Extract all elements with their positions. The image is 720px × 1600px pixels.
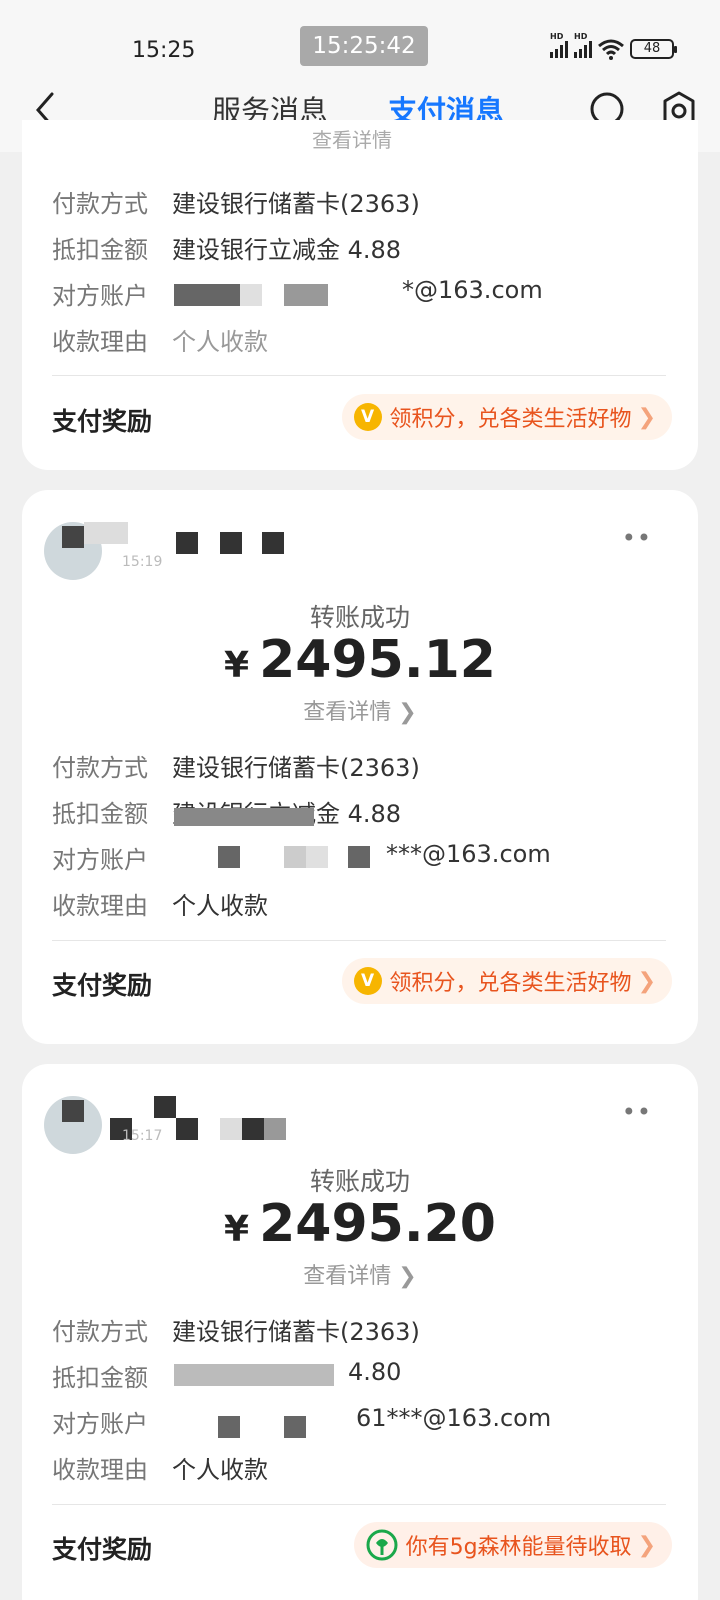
- redacted-block: [284, 1416, 306, 1438]
- divider: [52, 940, 666, 941]
- redacted-block: [220, 532, 242, 554]
- counterparty-value: 61***@163.com: [356, 1404, 552, 1432]
- divider: [52, 1504, 666, 1505]
- redacted-block: [174, 808, 314, 826]
- redacted-block: [218, 846, 240, 868]
- transfer-amount: ¥2495.12: [224, 630, 496, 690]
- deduction-value: 4.80: [348, 1358, 402, 1386]
- reward-label: 支付奖励: [52, 1535, 153, 1564]
- counterparty-value: ***@163.com: [386, 840, 551, 868]
- reward-label: 支付奖励: [52, 407, 153, 436]
- redacted-block: [176, 532, 198, 554]
- forest-energy-icon: [366, 1529, 398, 1561]
- reward-pill[interactable]: V 领积分，兑各类生活好物 ❯: [341, 958, 672, 1004]
- counterparty-label: 对方账户: [52, 282, 148, 310]
- reward-pill[interactable]: 你有5g森林能量待收取 ❯: [353, 1522, 672, 1568]
- reward-text: 领积分，兑各类生活好物: [389, 407, 632, 432]
- counterparty-value: *@163.com: [402, 276, 543, 304]
- transfer-status: 转账成功: [309, 1167, 410, 1196]
- redacted-block: [220, 1118, 242, 1140]
- deduction-label: 抵扣金额: [52, 236, 148, 264]
- sender-header: 15:17: [44, 1096, 344, 1154]
- view-detail-link[interactable]: 查看详情 ❯: [22, 1258, 698, 1290]
- reason-value: 个人收款: [172, 1456, 268, 1484]
- redacted-block: [218, 1416, 240, 1438]
- coin-icon: V: [353, 967, 382, 995]
- redacted-block: [242, 1118, 264, 1140]
- reward-pill[interactable]: V 领积分，兑各类生活好物 ❯: [341, 394, 672, 440]
- redacted-block: [154, 1096, 176, 1118]
- clock-overlay: 15:25:42: [300, 26, 428, 66]
- signal-icon: HD: [550, 32, 568, 58]
- redacted-block: [106, 522, 128, 544]
- reward-text: 领积分，兑各类生活好物: [389, 971, 632, 996]
- redacted-block: [348, 846, 370, 868]
- message-time: 15:19: [122, 554, 163, 570]
- redacted-block: [264, 1118, 286, 1140]
- more-icon[interactable]: ••: [622, 524, 652, 552]
- chevron-right-icon: ❯: [637, 1532, 656, 1558]
- reason-value: 个人收款: [172, 328, 268, 356]
- redacted-block: [174, 284, 240, 306]
- reward-text: 你有5g森林能量待收取: [405, 1535, 632, 1560]
- counterparty-label: 对方账户: [52, 1410, 148, 1438]
- redacted-block: [176, 1118, 198, 1140]
- redacted-block: [174, 1364, 334, 1386]
- chevron-right-icon: ❯: [637, 404, 656, 430]
- chevron-right-icon: ❯: [637, 968, 656, 994]
- redacted-block: [306, 846, 328, 868]
- transfer-card: 查看详情 付款方式 建设银行储蓄卡(2363) 抵扣金额 建设银行立减金 4.8…: [22, 120, 698, 470]
- counterparty-label: 对方账户: [52, 846, 148, 874]
- message-time: 15:17: [122, 1128, 163, 1144]
- redacted-block: [262, 532, 284, 554]
- redacted-block: [284, 284, 328, 306]
- redacted-block: [84, 522, 106, 544]
- battery-icon: 48: [630, 39, 677, 59]
- redacted-block: [284, 846, 306, 868]
- reward-label: 支付奖励: [52, 971, 153, 1000]
- pay-method-value: 建设银行储蓄卡(2363): [172, 754, 420, 782]
- status-time: 15:25: [132, 38, 196, 63]
- divider: [52, 375, 666, 376]
- transfer-amount: ¥2495.20: [224, 1194, 496, 1254]
- transfer-status: 转账成功: [309, 603, 410, 632]
- status-icons: HD HD 48: [550, 32, 677, 60]
- pay-method-value: 建设银行储蓄卡(2363): [172, 1318, 420, 1346]
- avatar[interactable]: [44, 1096, 102, 1154]
- signal-icon-2: HD: [574, 32, 592, 58]
- deduction-value: 建设银行立减金 4.88: [172, 236, 402, 264]
- pay-method-value: 建设银行储蓄卡(2363): [172, 190, 420, 218]
- reason-value: 个人收款: [172, 892, 268, 920]
- view-detail-link[interactable]: 查看详情: [312, 124, 392, 153]
- reason-label: 收款理由: [52, 1456, 148, 1484]
- sender-header: 15:19: [44, 522, 344, 580]
- view-detail-link[interactable]: 查看详情 ❯: [22, 694, 698, 726]
- transfer-card: 15:17 •• 转账成功 ¥2495.20 查看详情 ❯ 付款方式 建设银行储…: [22, 1064, 698, 1600]
- redacted-block: [240, 284, 262, 306]
- pay-method-label: 付款方式: [52, 1318, 148, 1346]
- deduction-label: 抵扣金额: [52, 800, 148, 828]
- pay-method-label: 付款方式: [52, 754, 148, 782]
- deduction-label: 抵扣金额: [52, 1364, 148, 1392]
- pay-method-label: 付款方式: [52, 190, 148, 218]
- reason-label: 收款理由: [52, 892, 148, 920]
- transfer-card: 15:19 •• 转账成功 ¥2495.12 查看详情 ❯ 付款方式 建设银行储…: [22, 490, 698, 1044]
- status-bar: 15:25 15:25:42 HD HD 48: [0, 0, 720, 88]
- more-icon[interactable]: ••: [622, 1098, 652, 1126]
- coin-icon: V: [353, 403, 382, 431]
- reason-label: 收款理由: [52, 328, 148, 356]
- wifi-icon: [598, 39, 624, 60]
